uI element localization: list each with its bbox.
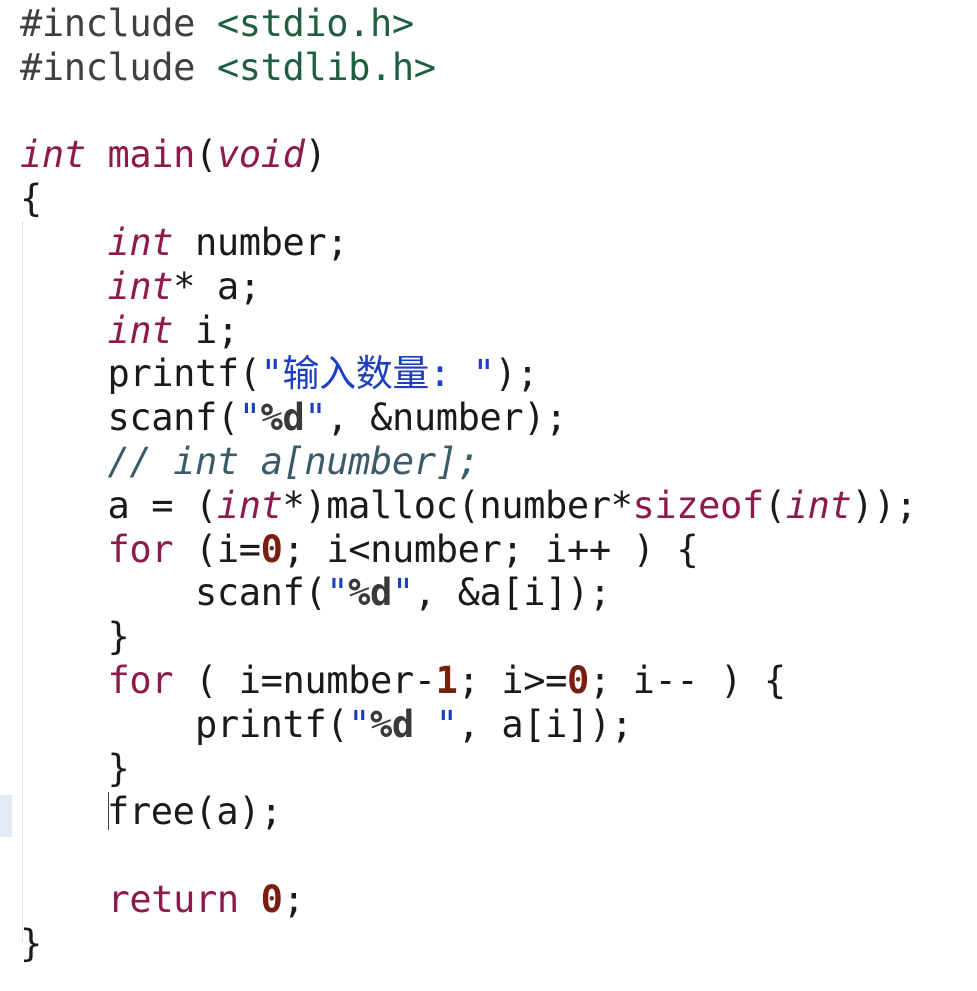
code-token: %d: [348, 571, 392, 615]
code-token: }: [20, 615, 130, 659]
code-token: for: [107, 527, 174, 571]
code-token: void: [216, 133, 305, 177]
code-line-6[interactable]: int number;: [20, 221, 917, 265]
code-token: a = (: [20, 483, 218, 527]
code-line-17[interactable]: printf("%d ", a[i]);: [20, 703, 917, 747]
code-line-21[interactable]: return 0;: [20, 878, 917, 922]
code-token: ": [326, 571, 349, 615]
code-line-11[interactable]: // int a[number];: [20, 440, 917, 484]
code-line-7[interactable]: int* a;: [20, 265, 917, 309]
code-token: 0: [260, 527, 283, 571]
code-token: // int a[number];: [107, 439, 480, 483]
code-line-12[interactable]: a = (int*)malloc(number*sizeof(int));: [20, 483, 918, 528]
code-token: for: [107, 658, 174, 702]
code-line-2[interactable]: #include <stdlib.h>: [20, 46, 917, 90]
code-token: #include: [20, 45, 217, 89]
code-token: 0: [260, 877, 283, 921]
code-token: int: [107, 220, 174, 264]
code-token: #include: [20, 2, 217, 45]
code-token: *)malloc(number*: [282, 483, 633, 527]
code-token: , a[i]);: [457, 702, 633, 746]
code-token: ));: [851, 483, 917, 527]
code-token: 0: [566, 658, 589, 702]
code-token: ( i=number-: [173, 658, 436, 702]
code-token: printf(: [20, 352, 262, 396]
code-token: * a;: [173, 264, 261, 308]
code-line-19[interactable]: free(a);: [20, 790, 917, 834]
code-token: int: [107, 264, 174, 308]
code-line-1[interactable]: #include <stdio.h>: [20, 2, 917, 46]
code-token: "输入数量: ": [260, 352, 495, 396]
code-token: %d: [370, 702, 414, 746]
code-token: int: [216, 483, 283, 527]
code-token: int: [20, 133, 86, 177]
code-line-10[interactable]: scanf("%d", &number);: [20, 396, 917, 440]
code-token: int: [785, 483, 852, 527]
code-token: ; i>=: [457, 658, 568, 702]
code-token: main: [107, 133, 196, 177]
code-line-18[interactable]: }: [20, 747, 917, 791]
code-line-9[interactable]: printf("输入数量: ");: [20, 352, 917, 396]
code-token: , &number);: [326, 396, 567, 440]
code-token: %d: [260, 396, 305, 440]
code-line-20[interactable]: [20, 834, 917, 878]
code-token: ": [391, 571, 414, 615]
code-token: );: [494, 352, 539, 396]
code-token: return: [107, 877, 240, 921]
code-line-5[interactable]: {: [20, 177, 917, 221]
code-token: , &a[i]);: [413, 571, 611, 615]
code-token: }: [20, 921, 42, 965]
code-line-16[interactable]: for ( i=number-1; i>=0; i-- ) {: [20, 659, 917, 703]
code-token: 1: [435, 658, 458, 702]
code-token: number;: [173, 220, 349, 264]
code-token: <stdlib.h>: [216, 45, 436, 89]
code-token: scanf(: [20, 571, 327, 615]
code-line-8[interactable]: int i;: [20, 309, 917, 353]
current-line-gutter-marker: [0, 795, 12, 837]
code-token: ;: [282, 877, 305, 921]
code-line-4[interactable]: int main(void): [20, 133, 917, 177]
code-token: (: [763, 483, 786, 527]
code-token: ): [304, 133, 327, 177]
code-token: ; i<number; i++ ) {: [282, 527, 699, 571]
code-token: ": [413, 702, 458, 746]
code-token: (i=: [173, 527, 261, 571]
code-line-15[interactable]: }: [20, 615, 917, 659]
code-token: sizeof: [632, 483, 765, 527]
code-line-14[interactable]: scanf("%d", &a[i]);: [20, 571, 917, 615]
code-token: }: [20, 746, 130, 790]
code-editor[interactable]: #include <stdio.h> #include <stdlib.h> in…: [0, 0, 977, 991]
code-line-3[interactable]: [20, 90, 917, 134]
code-line-13[interactable]: for (i=0; i<number; i++ ) {: [20, 528, 917, 572]
code-token: ": [238, 396, 261, 440]
code-token: i;: [173, 308, 239, 352]
code-token: int: [107, 308, 174, 352]
code-token: <stdio.h>: [216, 2, 414, 45]
code-token: free(a);: [107, 790, 283, 834]
code-token: {: [20, 177, 42, 221]
code-token: printf(: [20, 702, 349, 746]
code-token: ; i-- ) {: [588, 658, 786, 702]
code-line-22[interactable]: }: [20, 922, 917, 966]
code-token: ": [348, 702, 371, 746]
code-text-area[interactable]: #include <stdio.h> #include <stdlib.h> in…: [20, 2, 917, 966]
code-token: (: [195, 133, 217, 177]
code-token: scanf(: [20, 396, 240, 440]
code-token: ": [304, 396, 327, 440]
